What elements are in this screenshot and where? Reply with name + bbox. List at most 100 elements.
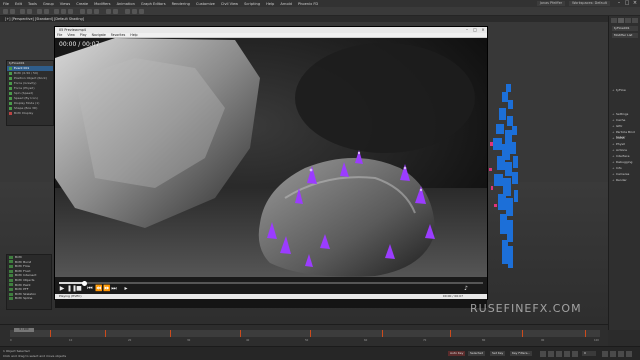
hierarchy-tab-icon[interactable] — [625, 18, 631, 23]
player-close-icon[interactable]: × — [479, 27, 487, 33]
create-tab-icon[interactable] — [611, 18, 617, 23]
viewport-label[interactable]: [+] [Perspective] [Standard] [Default Sh… — [2, 16, 87, 22]
menu-scripting[interactable]: Scripting — [244, 2, 260, 6]
next-icon[interactable]: ⏭ — [111, 286, 117, 292]
rollout-render[interactable]: Render — [611, 178, 639, 183]
menu-modifiers[interactable]: Modifiers — [94, 2, 110, 6]
rollout-particle-bind[interactable]: Particle Bind Solver — [611, 130, 639, 139]
material-editor-icon[interactable] — [125, 9, 130, 14]
menu-tools[interactable]: Tools — [28, 2, 37, 6]
rollout-cuda[interactable]: CUDA — [611, 136, 639, 141]
select-by-name-icon[interactable] — [44, 9, 49, 14]
menu-help[interactable]: Help — [266, 2, 274, 6]
rollout-gpu[interactable]: GPU — [611, 124, 639, 129]
frame-step-icon[interactable]: ▸ — [123, 286, 129, 292]
player-menu-file[interactable]: File — [57, 33, 62, 37]
close-icon[interactable]: × — [632, 0, 638, 7]
rollout-settings[interactable]: Settings — [611, 112, 639, 117]
modifier-list-dropdown[interactable]: Modifier List — [612, 33, 638, 38]
player-minimize-icon[interactable]: – — [463, 27, 471, 33]
rollout-physx[interactable]: PhysX — [611, 142, 639, 147]
menu-edit[interactable]: Edit — [15, 2, 22, 6]
time-track[interactable] — [10, 330, 600, 337]
maximize-viewport-icon[interactable] — [626, 351, 632, 357]
angle-snap-icon[interactable] — [87, 9, 92, 14]
maximize-icon[interactable]: □ — [624, 0, 630, 7]
rollout-cameras[interactable]: Cameras — [611, 172, 639, 177]
menu-arnold[interactable]: Arnold — [280, 2, 292, 6]
user-account[interactable]: Jonas Pfeiffer — [536, 1, 566, 6]
render-setup-icon[interactable] — [132, 9, 137, 14]
redo-icon[interactable] — [10, 9, 15, 14]
rollout-debugging[interactable]: Debugging — [611, 160, 639, 165]
key-filters-button[interactable]: Key Filters... — [510, 351, 533, 356]
seek-bar-handle[interactable] — [81, 280, 87, 286]
scale-icon[interactable] — [68, 9, 73, 14]
current-frame-field[interactable]: 0 — [582, 351, 596, 356]
menu-civil-view[interactable]: Civil View — [221, 2, 238, 6]
motion-tab-icon[interactable] — [632, 18, 638, 23]
pan-icon[interactable] — [610, 351, 616, 357]
menu-views[interactable]: Views — [60, 2, 70, 6]
modify-tab-icon[interactable] — [618, 18, 624, 23]
menu-create[interactable]: Create — [76, 2, 88, 6]
previous-frame-icon[interactable] — [548, 351, 554, 357]
menu-phoenix[interactable]: Phoenix FD — [298, 2, 318, 6]
rollout-info[interactable]: Info — [611, 166, 639, 171]
menu-file[interactable]: File — [3, 2, 9, 6]
time-key-marker — [50, 330, 51, 337]
go-to-end-icon[interactable] — [572, 351, 578, 357]
zoom-icon[interactable] — [602, 351, 608, 357]
rollout-tyflow[interactable]: tyFlow — [611, 88, 639, 93]
video-frame[interactable]: 00:00 / 00:07 — [55, 38, 487, 308]
operator-item[interactable]: Birth Spline — [7, 296, 51, 301]
pause-icon[interactable]: ❚❚ — [67, 286, 77, 292]
render-icon[interactable] — [139, 9, 144, 14]
object-name-field[interactable]: tyFlow001 — [612, 26, 638, 31]
seek-bar[interactable] — [59, 280, 483, 286]
menu-group[interactable]: Group — [43, 2, 54, 6]
workspace-selector[interactable]: Workspaces: Default — [569, 1, 610, 6]
volume-icon[interactable]: ♪ — [463, 286, 469, 292]
next-frame-icon[interactable] — [564, 351, 570, 357]
percent-snap-icon[interactable] — [94, 9, 99, 14]
play-animation-icon[interactable] — [556, 351, 562, 357]
set-key-button[interactable]: Set Key — [490, 351, 506, 356]
rollout-actions[interactable]: Actions — [611, 148, 639, 153]
undo-icon[interactable] — [3, 9, 8, 14]
minimize-icon[interactable]: – — [616, 0, 622, 7]
orbit-icon[interactable] — [618, 351, 624, 357]
menu-rendering[interactable]: Rendering — [172, 2, 190, 6]
rollout-cache[interactable]: Cache — [611, 118, 639, 123]
flow-operator-row[interactable]: Birth Display — [7, 111, 53, 116]
unlink-icon[interactable] — [27, 9, 32, 14]
auto-key-button[interactable]: Auto Key — [448, 351, 466, 356]
rewind-icon[interactable]: ⏪ — [95, 286, 102, 292]
player-menu-view[interactable]: View — [67, 33, 75, 37]
link-icon[interactable] — [20, 9, 25, 14]
move-icon[interactable] — [54, 9, 59, 14]
menu-customize[interactable]: Customize — [196, 2, 215, 6]
player-maximize-icon[interactable]: □ — [471, 27, 479, 33]
player-menu-favorites[interactable]: Favorites — [111, 33, 125, 37]
player-menu-play[interactable]: Play — [80, 33, 87, 37]
rollout-interface[interactable]: Interface — [611, 154, 639, 159]
key-mode-dropdown[interactable]: Selected — [468, 351, 486, 356]
previous-icon[interactable]: ⏮ — [87, 286, 93, 292]
time-key-marker — [240, 330, 241, 337]
menu-graph-editors[interactable]: Graph Editors — [141, 2, 166, 6]
particle-flow-panel[interactable]: tyFlow001 Event 001 Birth (0-50 / 50) Po… — [6, 60, 54, 126]
player-menu-navigate[interactable]: Navigate — [92, 33, 106, 37]
time-slider[interactable]: 0 / 100 — [14, 328, 34, 332]
mirror-icon[interactable] — [106, 9, 111, 14]
snap-icon[interactable] — [80, 9, 85, 14]
play-icon[interactable]: ▶ — [59, 286, 65, 292]
go-to-start-icon[interactable] — [540, 351, 546, 357]
rotate-icon[interactable] — [61, 9, 66, 14]
fast-forward-icon[interactable]: ⏩ — [103, 286, 110, 292]
select-icon[interactable] — [37, 9, 42, 14]
align-icon[interactable] — [113, 9, 118, 14]
menu-animation[interactable]: Animation — [117, 2, 135, 6]
player-menu-help[interactable]: Help — [130, 33, 137, 37]
stop-icon[interactable]: ■ — [76, 286, 82, 292]
